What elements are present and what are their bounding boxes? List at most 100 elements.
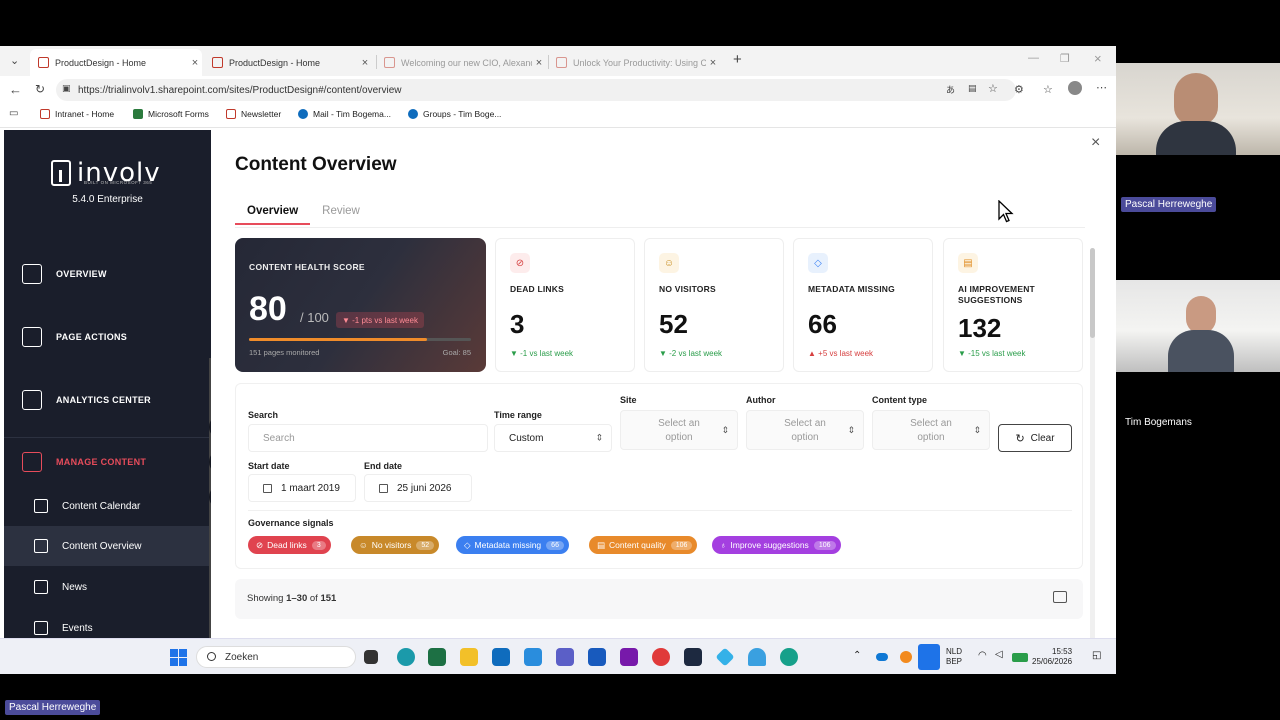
excel-icon[interactable] [428,648,446,666]
bookmark-mail[interactable]: Mail - Tim Bogema... [298,109,391,119]
tag-icon: ◇ [808,253,828,273]
screen: ⌄ ProductDesign - Home × ProductDesign -… [0,0,1280,720]
more-menu-icon[interactable]: ⋯ [1096,81,1107,94]
start-date-value: 1 maart 2019 [281,482,340,494]
address-bar[interactable]: ▣ https://trialinvolv1.sharepoint.com/si… [56,79,1016,101]
bookmark-intranet[interactable]: Intranet - Home [40,109,114,119]
column-settings-icon[interactable] [1053,591,1067,603]
volume-icon[interactable]: ◁ [995,650,1003,660]
stat-ai-suggestions[interactable]: ▤ AI IMPROVEMENT SUGGESTIONS 132 ▼ -15 v… [943,238,1083,372]
subnav-content-calendar[interactable]: Content Calendar [4,486,211,526]
main-scrollbar[interactable] [1090,248,1095,658]
bookmark-forms[interactable]: Microsoft Forms [133,109,209,119]
language-indicator[interactable]: NLD BEP [946,647,962,667]
browser-tab-1[interactable]: ProductDesign - Home × [30,49,202,76]
start-date-input[interactable]: 1 maart 2019 [248,474,356,502]
bookmark-newsletter[interactable]: Newsletter [226,109,281,119]
nav-label: OVERVIEW [56,269,107,279]
minimize-icon[interactable]: — [1028,52,1039,64]
video-tile-pascal [1116,63,1280,155]
bookmark-groups[interactable]: Groups - Tim Boge... [408,109,501,119]
app-hex-icon[interactable] [684,648,702,666]
word-icon[interactable] [588,648,606,666]
bookmarks-sidebar-icon[interactable]: ▭ [9,108,18,119]
close-window-icon[interactable]: × [1094,51,1102,66]
nav-manage-content[interactable]: MANAGE CONTENT [4,438,211,486]
browser-window: ⌄ ProductDesign - Home × ProductDesign -… [0,46,1116,674]
close-tab-icon[interactable]: × [358,57,372,69]
close-tab-icon[interactable]: × [532,57,546,69]
browser-tab-3[interactable]: Welcoming our new CIO, Alexandr × [376,49,546,76]
tab-list-chevron-icon[interactable]: ⌄ [10,54,19,67]
favorites-icon[interactable]: ☆ [1043,83,1053,96]
edge-icon[interactable] [397,648,415,666]
tab-review[interactable]: Review [310,205,372,225]
chip-content-quality[interactable]: ▤ Content quality 106 [589,536,698,554]
task-view-icon[interactable] [364,650,378,664]
nav-overview[interactable]: OVERVIEW [4,250,211,298]
windows-start-icon[interactable] [170,649,187,666]
vscode-icon[interactable] [524,648,542,666]
chip-dead-links[interactable]: ⊘ Dead links 3 [248,536,331,554]
edge-beta-icon[interactable] [780,648,798,666]
search-input[interactable]: Search [248,424,488,452]
chip-no-visitors[interactable]: ☺ No visitors 52 [351,536,440,554]
users-icon: ☺ [359,540,368,550]
translate-icon[interactable]: あ [946,83,955,96]
subnav-news[interactable]: News [4,567,211,607]
profile-avatar-icon[interactable] [1068,81,1082,95]
reader-icon[interactable]: ▤ [968,83,977,94]
clock[interactable]: 15:53 25/06/2026 [1032,647,1072,667]
close-panel-icon[interactable]: × [1091,134,1100,152]
network-icon[interactable]: ◠ [978,651,987,661]
battery-icon[interactable] [1012,653,1028,662]
tag-icon: ◇ [464,539,471,550]
address-row: ← ↻ ▣ https://trialinvolv1.sharepoint.co… [0,76,1116,104]
app-diamond-icon[interactable] [715,647,735,667]
chip-metadata-missing[interactable]: ◇ Metadata missing 66 [456,536,569,554]
new-tab-button[interactable]: + [733,51,742,68]
sync-icon[interactable] [900,651,912,663]
outlook-icon[interactable] [492,648,510,666]
restore-icon[interactable]: ❐ [1060,52,1070,65]
teams-icon[interactable] [556,648,574,666]
file-explorer-icon[interactable] [460,648,478,666]
extensions-icon[interactable]: ⚙ [1014,83,1024,96]
tray-chevron-icon[interactable]: ⌃ [853,651,861,661]
chip-improve-suggestions[interactable]: ♁ Improve suggestions 106 [712,536,841,554]
subnav-content-overview[interactable]: Content Overview [4,526,211,566]
scrollbar-thumb[interactable] [1090,248,1095,338]
nav-page-actions[interactable]: PAGE ACTIONS [4,313,211,361]
microphone-icon[interactable] [918,644,940,670]
content-type-select[interactable]: Select an option ⇕ [872,410,990,450]
wifi-app-icon[interactable] [748,648,766,666]
site-select[interactable]: Select an option ⇕ [620,410,738,450]
refresh-icon[interactable]: ↻ [35,82,45,96]
back-icon[interactable]: ← [9,82,22,97]
health-max: / 100 [300,310,329,325]
nav-analytics-center[interactable]: ANALYTICS CENTER [4,376,211,424]
close-tab-icon[interactable]: × [706,57,720,69]
select-placeholder: Select an [910,418,952,429]
stat-no-visitors[interactable]: ☺ NO VISITORS 52 ▼ -2 vs last week [644,238,784,372]
onenote-icon[interactable] [620,648,638,666]
select-placeholder: Select an [658,418,700,429]
browser-tab-2[interactable]: ProductDesign - Home × [204,49,372,76]
pages-monitored: 151 pages monitored [249,348,320,357]
taskbar-search[interactable]: Zoeken [196,646,356,668]
close-tab-icon[interactable]: × [188,57,202,69]
author-select[interactable]: Select an option ⇕ [746,410,864,450]
acrobat-icon[interactable] [652,648,670,666]
subnav-label: Content Overview [62,540,142,552]
time-range-select[interactable]: Custom ⇕ [494,424,612,452]
stat-metadata-missing[interactable]: ◇ METADATA MISSING 66 ▲ +5 vs last week [793,238,933,372]
favorite-star-icon[interactable]: ☆ [988,82,998,95]
stat-dead-links[interactable]: ⊘ DEAD LINKS 3 ▼ -1 vs last week [495,238,635,372]
notifications-icon[interactable]: ◱ [1092,651,1101,661]
browser-tab-4[interactable]: Unlock Your Productivity: Using C × [548,49,720,76]
onedrive-icon[interactable] [876,653,888,661]
overview-tabs: Overview Review [235,205,372,225]
clear-filters-button[interactable]: ↻ Clear [998,424,1072,452]
end-date-input[interactable]: 25 juni 2026 [364,474,472,502]
tab-overview[interactable]: Overview [235,205,311,225]
